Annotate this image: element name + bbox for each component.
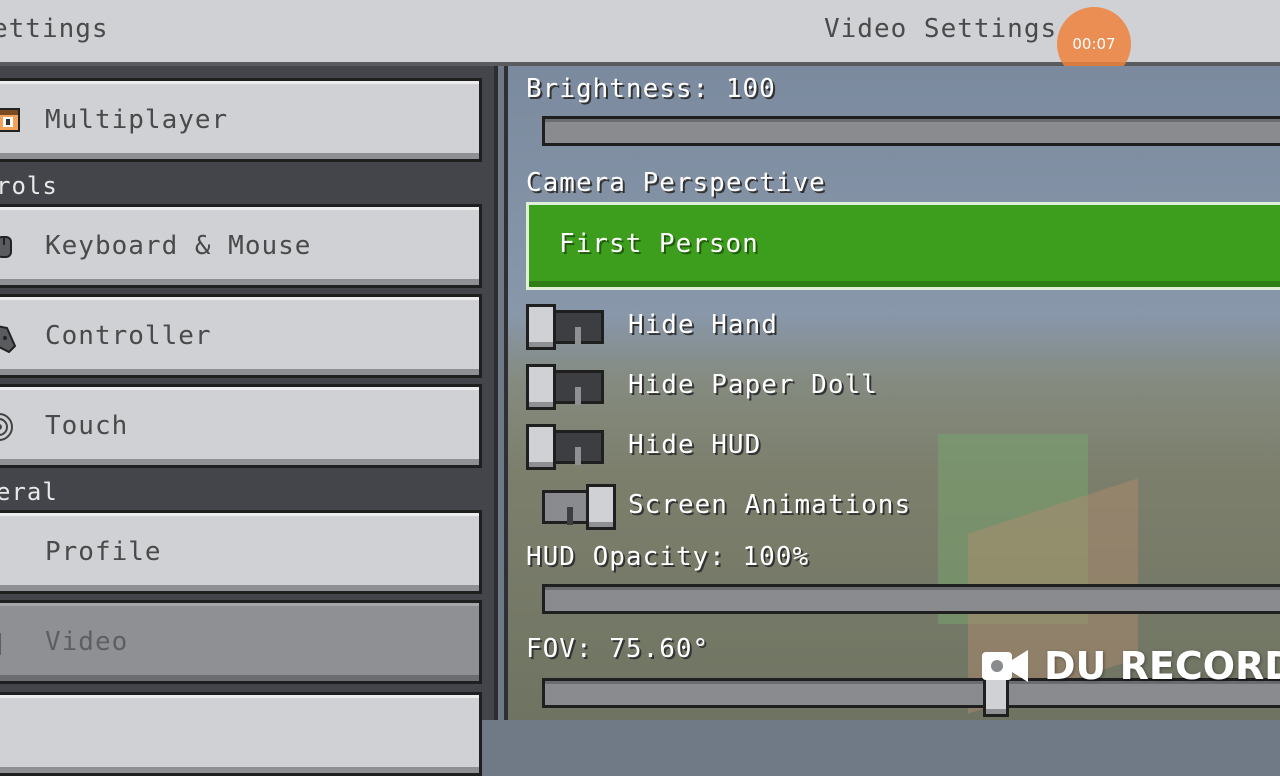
hide-hud-label: Hide HUD (628, 430, 762, 460)
video-settings-panel: Brightness: 100 Camera Perspective First… (504, 66, 1280, 720)
camera-perspective-label: Camera Perspective (526, 168, 826, 198)
mouse-icon (0, 236, 12, 258)
sidebar-item-label: Controller (45, 321, 212, 351)
section-header-general: eral (0, 478, 58, 506)
controller-icon (0, 325, 17, 353)
recorder-watermark: DU RECORDI (980, 640, 1280, 692)
screen-animations-toggle[interactable] (538, 484, 616, 530)
header-bar: ettings Video Settings 00:07 (0, 0, 1280, 81)
player-face-icon (0, 108, 20, 132)
fov-label: FOV: 75.60° (526, 634, 710, 664)
video-camera-icon (982, 650, 1028, 682)
sidebar-item-label: Multiplayer (45, 105, 229, 135)
camera-perspective-value: First Person (559, 229, 759, 259)
sidebar-item-keyboard-mouse[interactable]: Keyboard & Mouse (0, 204, 482, 288)
hide-hud-toggle[interactable] (526, 424, 604, 470)
sidebar-item-label: Profile (45, 537, 162, 567)
hide-paper-doll-label: Hide Paper Doll (628, 370, 878, 400)
sidebar-item-label: Keyboard & Mouse (45, 231, 312, 261)
brightness-label: Brightness: 100 (526, 74, 776, 104)
sidebar-item-profile[interactable]: Profile (0, 510, 482, 594)
touch-icon (0, 413, 13, 441)
sidebar-item-next[interactable] (0, 692, 482, 776)
sidebar-item-touch[interactable]: Touch (0, 384, 482, 468)
page-title: Video Settings (824, 14, 1058, 44)
hud-opacity-slider[interactable] (542, 584, 1280, 614)
screen-animations-label: Screen Animations (628, 490, 912, 520)
settings-title-partial: ettings (0, 14, 109, 44)
sidebar-item-multiplayer[interactable]: Multiplayer (0, 78, 482, 162)
video-icon (0, 633, 1, 655)
hide-paper-doll-toggle[interactable] (526, 364, 604, 410)
watermark-text: DU RECORDI (1044, 644, 1280, 688)
brightness-slider[interactable] (542, 116, 1280, 146)
sidebar-item-video[interactable]: Video (0, 600, 482, 684)
camera-perspective-dropdown[interactable]: First Person (526, 202, 1280, 290)
hide-hand-label: Hide Hand (628, 310, 778, 340)
sidebar-item-label: Touch (45, 411, 129, 441)
hide-hand-toggle[interactable] (526, 304, 604, 350)
settings-sidebar: Multiplayer rols Keyboard & Mouse Contro… (0, 66, 498, 776)
section-header-controls: rols (0, 172, 58, 200)
sidebar-item-controller[interactable]: Controller (0, 294, 482, 378)
sidebar-item-label: Video (45, 627, 129, 657)
hud-opacity-label: HUD Opacity: 100% (526, 542, 810, 572)
